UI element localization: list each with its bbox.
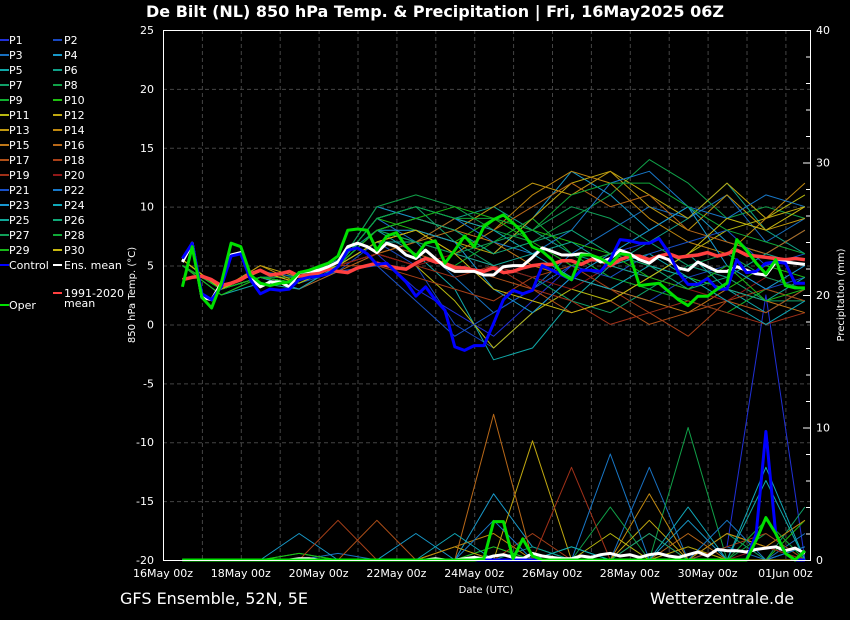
x-tick-label: 24May 00z [444,567,504,580]
y-axis-label: 850 hPa Temp. (°C) [127,247,138,343]
legend-label: P27 [9,229,30,242]
legend-label: P19 [9,169,30,182]
legend: P1 P2 P3 P4 P5 P6 P7 P8 P9 P10 P11 P12 P13 P14 P15 P16 P… [0,34,124,312]
legend-label: P7 [9,79,23,92]
legend-label: P2 [64,34,78,47]
legend-label: Ens. mean [64,259,122,272]
legend-label: P13 [9,124,30,137]
member-temp-line-p23 [182,206,806,314]
y-tick-label: -5 [143,377,154,390]
legend-label: P25 [9,214,30,227]
x-tick-label: 30May 00z [678,567,738,580]
y2-tick-label: 30 [816,157,830,170]
legend-label: P26 [64,214,85,227]
x-tick-label: 26May 00z [522,567,582,580]
y-tick-label: -10 [136,436,154,449]
legend-label: P23 [9,199,30,212]
control-precip-line [182,430,805,562]
y2-tick-label: 0 [816,554,823,567]
member-temp-line-p7 [182,206,805,314]
legend-label: P12 [64,109,85,122]
ens-mean-precip-line [182,545,806,562]
legend-label: P28 [64,229,85,242]
legend-label: P3 [9,49,23,62]
legend-label: P18 [64,154,85,167]
legend-label: P16 [64,139,85,152]
y-tick-label: 0 [147,318,154,331]
member-temp-line-p30 [182,206,806,314]
legend-label: P24 [64,199,85,212]
y2-tick-label: 20 [816,289,830,302]
legend-label: Oper [9,299,36,312]
chart-title: De Bilt (NL) 850 hPa Temp. & Precipitati… [146,2,724,22]
footer-site: Wetterzentrale.de [650,589,794,608]
y-tick-label: 25 [140,24,154,37]
legend-label: P17 [9,154,30,167]
y-tick-label: 5 [147,260,154,273]
footer-model: GFS Ensemble, 52N, 5E [120,589,308,608]
legend-label: P11 [9,109,30,122]
x-tick-label: 22May 00z [366,567,426,580]
legend-label: P1 [9,34,23,47]
legend-label: P22 [64,184,85,197]
legend-label: Control [9,259,49,272]
x-tick-label: 28May 00z [600,567,660,580]
legend-label: P20 [64,169,85,182]
y2-tick-label: 10 [816,422,830,435]
x-tick-label: 20May 00z [289,567,349,580]
ensemble-chart: De Bilt (NL) 850 hPa Temp. & Precipitati… [0,2,847,608]
legend-label: P4 [64,49,78,62]
legend-label: P6 [64,64,78,77]
plot-frame [163,30,811,561]
legend-label: P15 [9,139,30,152]
legend-label: 1991-2020 mean [64,287,124,310]
y-tick-label: 10 [140,201,154,214]
member-precip-line-p19 [182,466,805,561]
x-tick-label: 16May 00z [133,567,193,580]
y-tick-label: 15 [140,142,154,155]
legend-label: P29 [9,244,30,257]
x-axis-label: Date (UTC) [459,585,514,596]
x-tick-label: 01Jun 00z [758,567,813,580]
legend-label: P5 [9,64,23,77]
legend-label: P9 [9,94,23,107]
y-tick-label: -15 [136,495,154,508]
y2-axis-label: Precipitation (mm) [836,248,847,341]
legend-label: P10 [64,94,85,107]
legend-label: P8 [64,79,78,92]
legend-label: P14 [64,124,85,137]
member-precip-line-p3 [182,466,806,561]
y-tick-label: 20 [140,83,154,96]
member-precip-line-p24 [182,466,806,561]
oper-temp-line [180,213,805,310]
x-tick-label: 18May 00z [211,567,271,580]
y2-tick-label: 40 [816,24,830,37]
legend-label: P21 [9,184,30,197]
legend-label: P30 [64,244,85,257]
member-precip-line-p12 [182,440,806,561]
y-tick-label: -20 [136,554,154,567]
